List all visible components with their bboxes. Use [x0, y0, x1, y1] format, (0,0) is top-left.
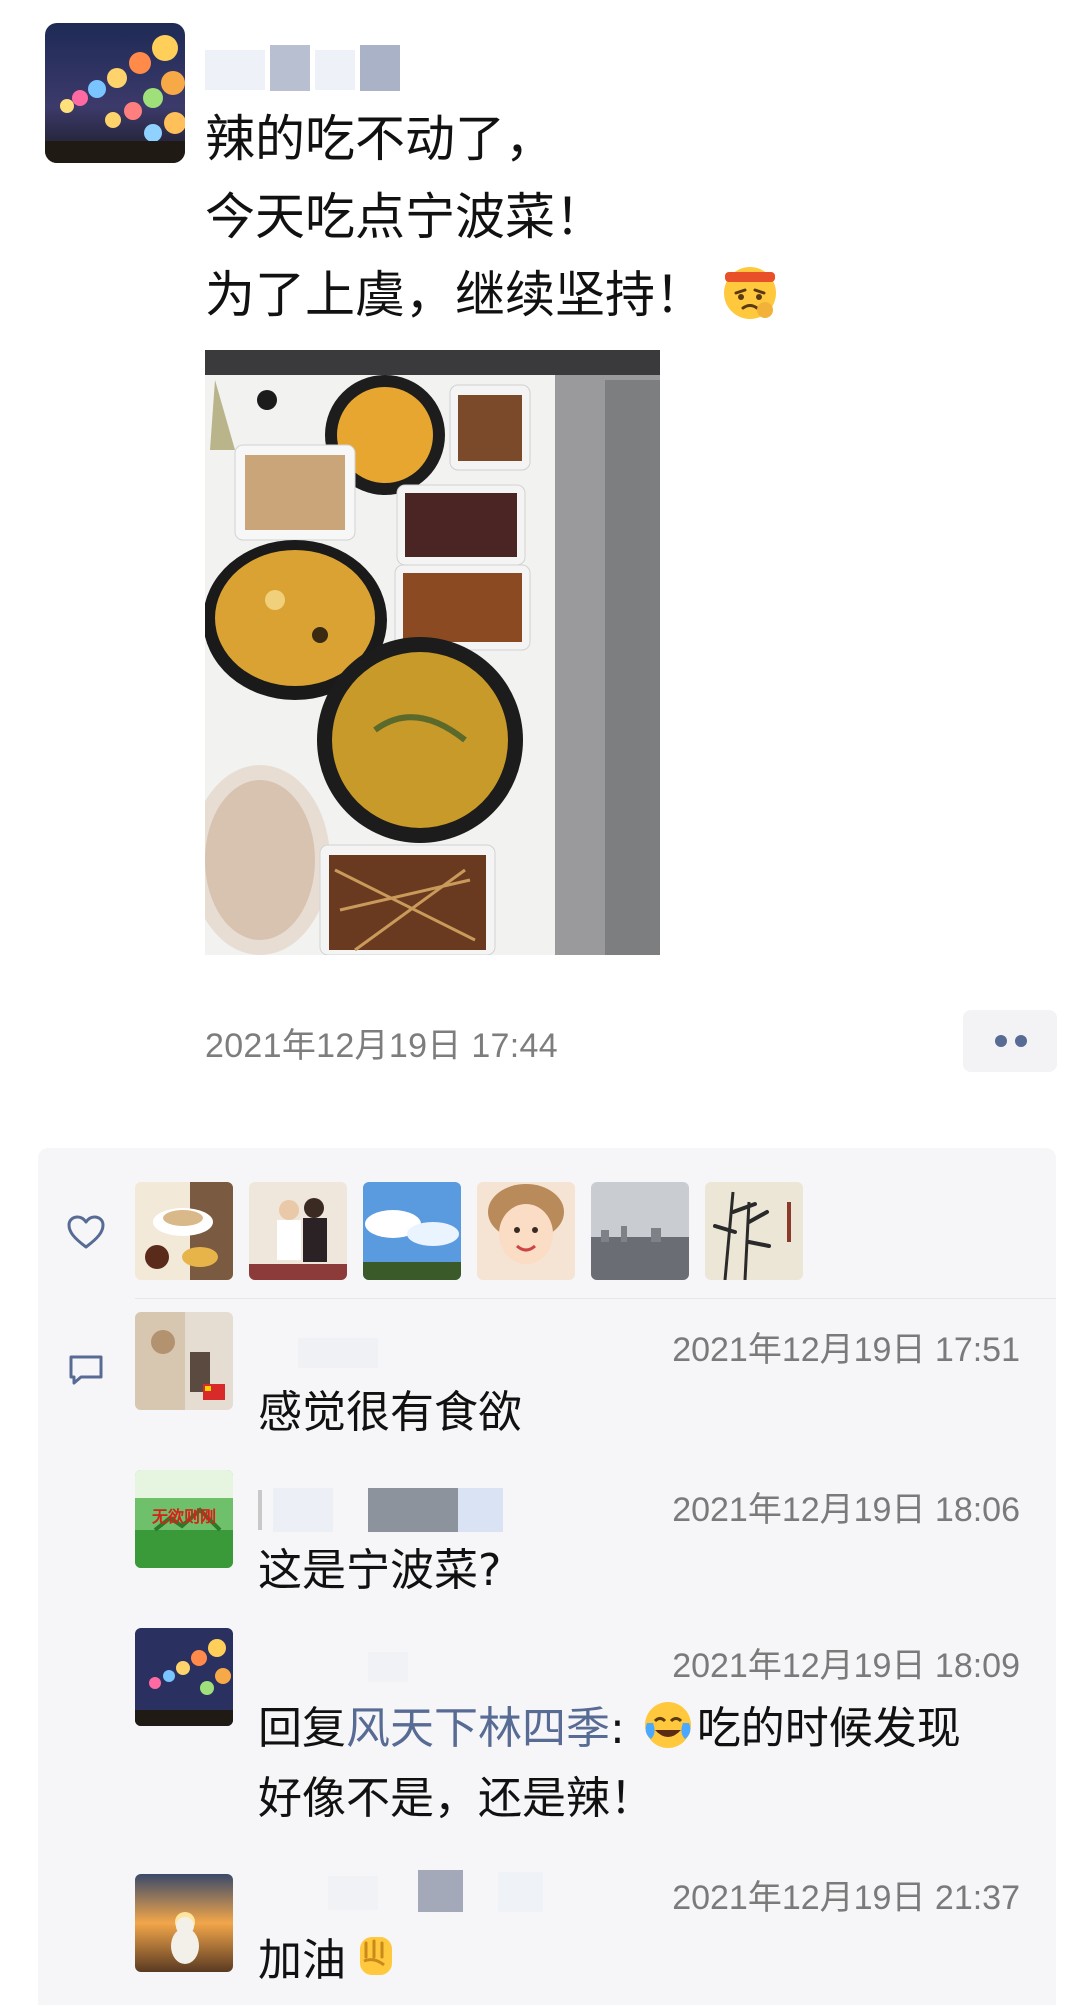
- comment-3-text-line1: 吃的时候发现: [696, 1703, 961, 1754]
- liker-avatar-city-skyline[interactable]: [591, 1182, 689, 1280]
- post-body: 辣的吃不动了， 今天吃点宁波菜！ 为了上虞，继续坚持！: [205, 100, 781, 334]
- comment-1-text: 感觉很有食欲: [258, 1387, 522, 1438]
- comment-2-text: 这是宁波菜?: [258, 1545, 502, 1596]
- determined-headband-emoji-icon: [719, 260, 781, 322]
- comment-3-avatar[interactable]: [135, 1628, 233, 1726]
- post-timestamp: 2021年12月19日 17:44: [205, 1027, 558, 1065]
- post-author-avatar[interactable]: [45, 23, 185, 163]
- comment-3-text: 回复风天下林四季: 吃的时候发现 好像不是，还是辣！: [258, 1694, 961, 1834]
- comment-2-author-blurred[interactable]: [258, 1486, 518, 1532]
- comment-3-reply-target-link[interactable]: 风天下林四季: [346, 1703, 610, 1754]
- comment-2-avatar-text: 无欲则刚: [151, 1507, 216, 1526]
- liker-avatar-child-smile[interactable]: [477, 1182, 575, 1280]
- comment-3-text-line2: 好像不是，还是辣！: [258, 1773, 654, 1824]
- comment-3-colon: :: [610, 1703, 639, 1754]
- comment-2-time: 2021年12月19日 18:06: [672, 1491, 1020, 1529]
- comment-4-author-blurred[interactable]: [258, 1868, 558, 1914]
- comment-3-reply-prefix: 回复: [258, 1703, 346, 1754]
- post-line-3: 为了上虞，继续坚持！: [205, 256, 781, 334]
- liker-avatar-sky-clouds[interactable]: [363, 1182, 461, 1280]
- comment-1-time: 2021年12月19日 17:51: [672, 1331, 1020, 1369]
- comment-4-text: 加油: [258, 1926, 404, 1996]
- comment-2-avatar[interactable]: 无欲则刚: [135, 1470, 233, 1568]
- raised-fist-emoji-icon: [348, 1929, 402, 1983]
- comment-1-author-blurred[interactable]: [258, 1328, 398, 1374]
- liker-avatar-family-photo[interactable]: [249, 1182, 347, 1280]
- more-options-button[interactable]: [963, 1010, 1057, 1072]
- likes-comments-divider: [135, 1298, 1056, 1299]
- comment-4-avatar[interactable]: [135, 1874, 233, 1972]
- tears-of-joy-emoji-icon: [641, 1697, 695, 1751]
- post-line-2: 今天吃点宁波菜！: [205, 188, 605, 246]
- post-line-1: 辣的吃不动了，: [205, 110, 555, 168]
- comment-4-text-content: 加油: [258, 1935, 346, 1986]
- post-photo-food[interactable]: [190, 350, 660, 956]
- post-author-name-blurred[interactable]: [205, 42, 425, 94]
- liker-avatar-coffee-cup[interactable]: [135, 1182, 233, 1280]
- comment-1-avatar[interactable]: [135, 1312, 233, 1410]
- comment-3-author-blurred[interactable]: [258, 1644, 418, 1690]
- more-dots-icon: [995, 1035, 1027, 1047]
- comment-bubble-icon: [66, 1350, 106, 1390]
- post-line-3-text: 为了上虞，继续坚持！: [205, 266, 705, 324]
- heart-outline-icon: [66, 1213, 106, 1253]
- comment-4-time: 2021年12月19日 21:37: [672, 1879, 1020, 1917]
- liker-avatar-bamboo-painting[interactable]: [705, 1182, 803, 1280]
- comment-3-time: 2021年12月19日 18:09: [672, 1647, 1020, 1685]
